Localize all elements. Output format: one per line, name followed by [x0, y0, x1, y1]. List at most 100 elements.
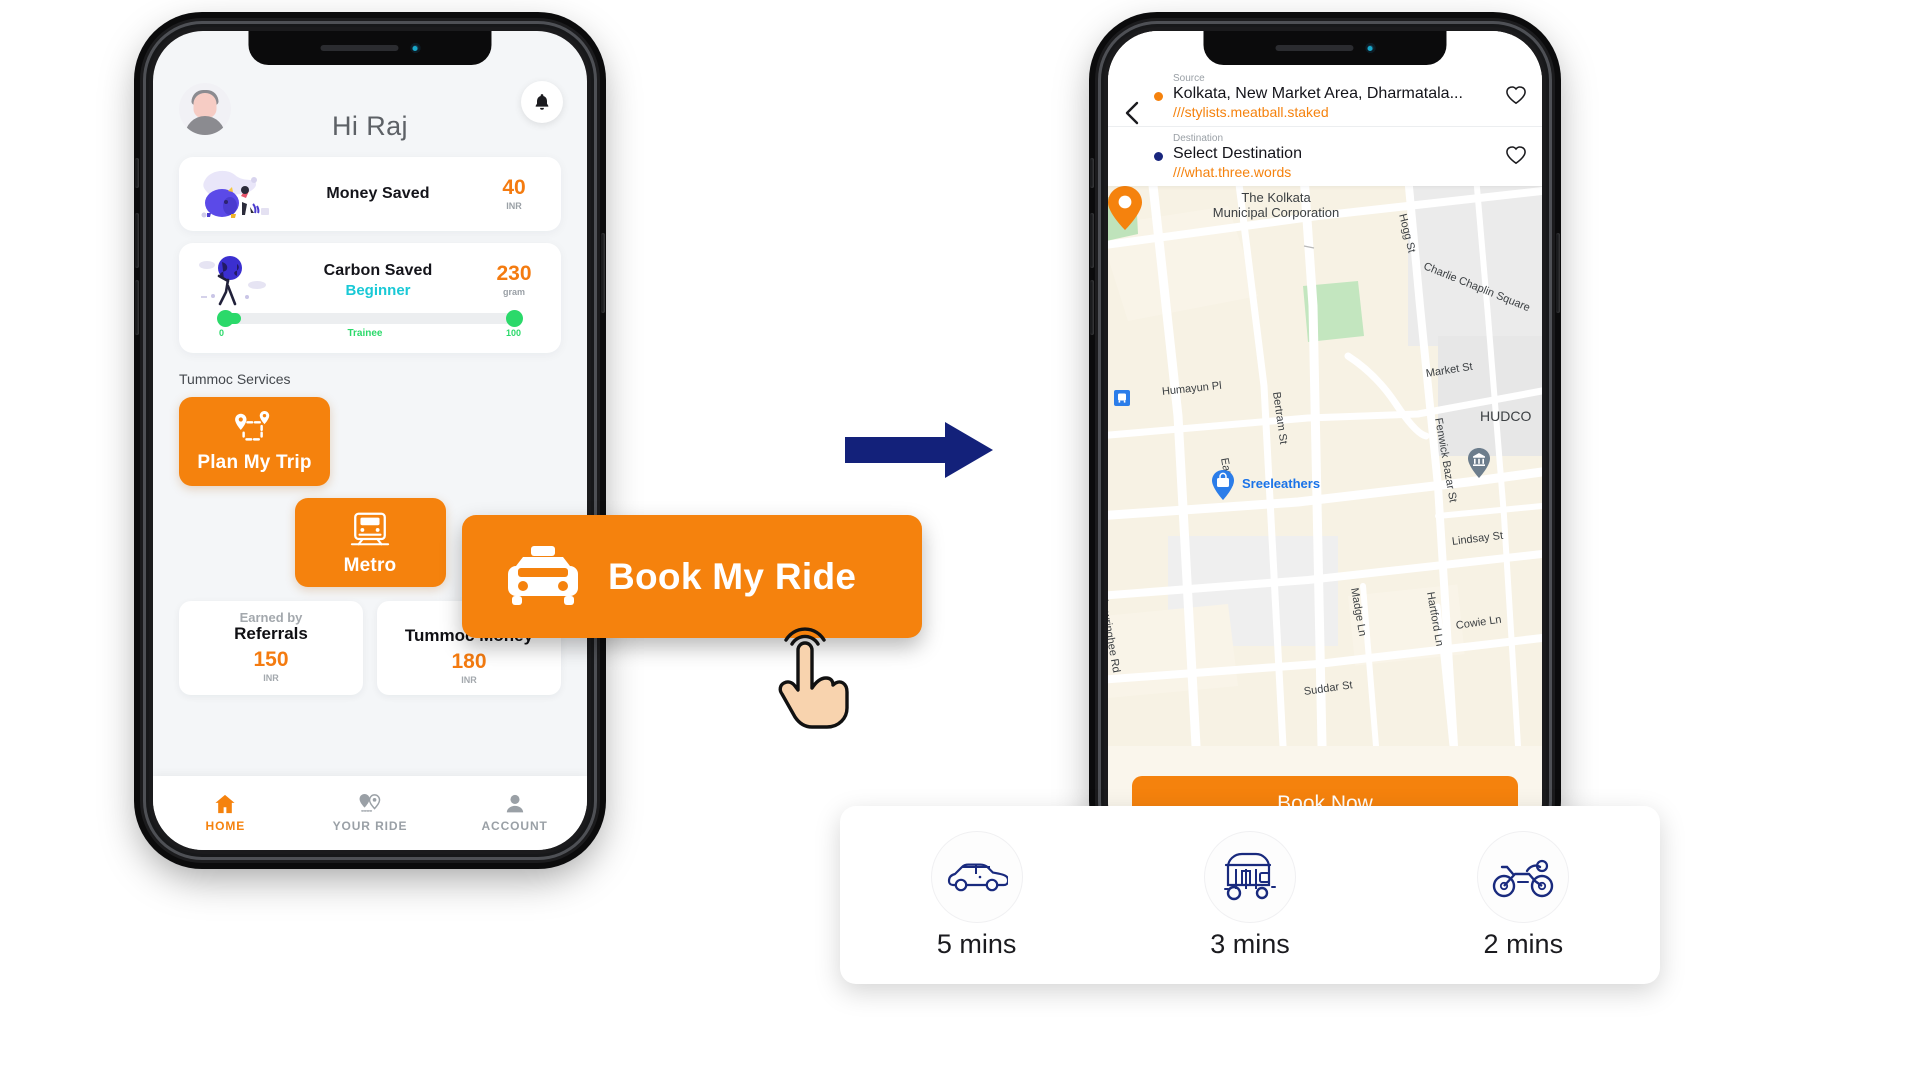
money-saved-unit: INR [506, 201, 522, 211]
phone-mockup-left: Hi Raj Money Saved 40 INR Carbon Saved B… [135, 18, 605, 863]
metro-tile[interactable]: Metro [294, 498, 446, 587]
bus-stop-icon[interactable] [1114, 390, 1130, 406]
map-label-hudco: HUDCO [1480, 408, 1532, 424]
phone-mute-button-2 [1090, 158, 1094, 188]
avatar-head [193, 92, 217, 118]
carbon-saved-card[interactable]: Carbon Saved Beginner 230 gram 0 Trainee… [179, 243, 561, 353]
shop-pin-icon[interactable] [1212, 470, 1234, 500]
vehicle-option-auto[interactable]: 3 mins [1115, 830, 1386, 960]
tummoc-money-unit: INR [461, 675, 477, 685]
back-button[interactable] [1118, 99, 1146, 127]
front-camera [410, 43, 420, 53]
home-screen-content: Hi Raj Money Saved 40 INR Carbon Saved B… [153, 31, 587, 850]
tummoc-money-value: 180 [451, 650, 487, 673]
earpiece-speaker-2 [1275, 45, 1353, 51]
referrals-card[interactable]: Earned by Referrals 150 INR [179, 601, 363, 695]
metro-label: Metro [343, 554, 397, 576]
phone-notch [248, 31, 492, 65]
nav-item-your-ride[interactable]: YOUR RIDE [298, 793, 441, 833]
destination-text: Destination Select Destination ///what.t… [1163, 133, 1502, 180]
money-saved-title: Money Saved [326, 185, 430, 202]
carbon-saved-value-block: 230 gram [483, 263, 545, 297]
bank-icon[interactable] [1468, 448, 1490, 478]
car-eta: 5 mins [936, 928, 1017, 959]
right-arrow-icon [845, 422, 993, 478]
carbon-level-badge: Beginner [345, 281, 411, 299]
route-pin-icon [234, 410, 269, 441]
avatar[interactable] [179, 83, 231, 135]
destination-what3words: ///what.three.words [1173, 164, 1292, 180]
referrals-unit: INR [263, 673, 279, 683]
page-title: Hi Raj [332, 111, 408, 141]
vehicle-selection-card: 5 mins 3 mins 2 mins [840, 806, 1660, 984]
nav-item-home[interactable]: HOME [154, 794, 297, 833]
map-label-line1: The Kolkata [1241, 190, 1311, 205]
plan-my-trip-tile[interactable]: Plan My Trip [179, 397, 330, 486]
source-value: Kolkata, New Market Area, Dharmatala... [1173, 85, 1463, 102]
heart-outline-icon [1506, 146, 1526, 165]
destination-row[interactable]: Destination Select Destination ///what.t… [1108, 126, 1542, 186]
map-view[interactable]: The Kolkata Municipal Corporation Hogg S… [1108, 186, 1542, 850]
earpiece-speaker [320, 45, 398, 51]
destination-favorite-button[interactable] [1502, 133, 1530, 165]
money-saved-row: Money Saved 40 INR [179, 157, 561, 231]
phone-volume-up-button [135, 213, 139, 268]
vehicle-option-car[interactable]: 5 mins [841, 830, 1112, 960]
screenshot-stage: Hi Raj Money Saved 40 INR Carbon Saved B… [0, 0, 1920, 1080]
taxi-icon [508, 545, 578, 605]
progress-max-label: 100 [505, 328, 521, 338]
source-favorite-button[interactable] [1502, 73, 1530, 105]
location-pin-icon[interactable] [1108, 186, 1142, 230]
home-header: Hi Raj [153, 71, 587, 157]
progress-knob-end[interactable] [506, 310, 523, 327]
source-text: Source Kolkata, New Market Area, Dharmat… [1163, 73, 1502, 120]
car-icon [947, 863, 1008, 891]
person-icon [506, 794, 523, 812]
book-my-ride-label: Book My Ride [608, 555, 857, 597]
right-screen: Source Kolkata, New Market Area, Dharmat… [1108, 31, 1542, 850]
front-camera-2 [1365, 43, 1375, 53]
carbon-saved-row: Carbon Saved Beginner 230 gram [179, 243, 561, 317]
bike-icon-wrap [1477, 830, 1570, 923]
tap-hand-icon [778, 627, 849, 729]
referrals-title: Referrals [234, 624, 308, 643]
map-label-sreeleathers: Sreeleathers [1242, 476, 1321, 491]
car-icon-wrap [930, 830, 1023, 923]
source-label: Source [1173, 73, 1205, 84]
bottom-navigation: HOME YOUR RIDE ACCOUNT [153, 776, 587, 850]
bell-icon [535, 93, 549, 110]
map-label-kolkata-municipal: The Kolkata Municipal Corporation [1186, 190, 1366, 220]
services-tile-row: Plan My Trip [179, 397, 561, 486]
carbon-saved-unit: gram [502, 287, 525, 297]
phone-volume-down-button-2 [1090, 280, 1094, 335]
vehicle-option-bike[interactable]: 2 mins [1388, 830, 1659, 960]
money-saved-value-block: 40 INR [483, 177, 545, 211]
destination-value: Select Destination [1173, 145, 1302, 162]
money-saved-card[interactable]: Money Saved 40 INR [179, 157, 561, 231]
notification-bell-button[interactable] [521, 81, 563, 123]
auto-icon-wrap [1203, 830, 1296, 923]
phone-volume-up-button-2 [1090, 213, 1094, 268]
progress-min-label: 0 [219, 328, 225, 338]
nav-item-account[interactable]: ACCOUNT [443, 794, 586, 833]
carbon-progress[interactable]: 0 Trainee 100 [179, 310, 561, 353]
globe-person-illustration [195, 252, 273, 308]
progress-knob-start[interactable] [217, 310, 234, 327]
carbon-saved-text: Carbon Saved Beginner [273, 262, 483, 299]
nav-label-home: HOME [205, 818, 246, 833]
nav-label-account: ACCOUNT [481, 818, 548, 833]
phone-mute-button [135, 158, 139, 188]
motorbike-icon [1493, 859, 1554, 897]
phone-power-button-2 [1556, 233, 1560, 313]
progress-track [217, 310, 523, 327]
destination-dot-icon [1154, 152, 1163, 161]
nav-label-your-ride: YOUR RIDE [332, 818, 408, 833]
phone-power-button [601, 233, 605, 313]
avatar-body [185, 116, 225, 135]
ride-pins-icon [359, 793, 381, 812]
source-row[interactable]: Source Kolkata, New Market Area, Dharmat… [1108, 67, 1542, 126]
services-section-label: Tummoc Services [179, 371, 291, 387]
money-saved-value: 40 [502, 176, 526, 199]
source-what3words: ///stylists.meatball.staked [1173, 104, 1329, 120]
progress-mid-label: Trainee [347, 328, 383, 339]
